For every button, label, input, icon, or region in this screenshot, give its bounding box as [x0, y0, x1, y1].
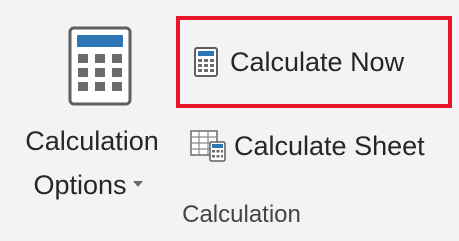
- calculate-sheet-icon: [190, 130, 226, 162]
- calculate-sheet-button[interactable]: Calculate Sheet: [186, 122, 458, 170]
- calculation-options-label-line1: Calculation: [25, 126, 159, 156]
- calculator-icon: [194, 47, 218, 77]
- chevron-down-icon: [132, 180, 143, 187]
- calculation-ribbon-group: Calculation Options Calculate Now Calcul…: [0, 0, 459, 241]
- calculate-sheet-label: Calculate Sheet: [234, 131, 425, 161]
- calculation-options-label-line2: Options: [8, 170, 168, 200]
- group-title: Calculation: [182, 201, 301, 228]
- calculation-options-label-text: Options: [33, 170, 127, 200]
- calculation-options-button[interactable]: Calculation Options: [8, 18, 168, 200]
- calculator-icon: [68, 26, 132, 106]
- calculate-now-label: Calculate Now: [230, 47, 405, 77]
- calculate-now-button[interactable]: Calculate Now: [176, 16, 452, 108]
